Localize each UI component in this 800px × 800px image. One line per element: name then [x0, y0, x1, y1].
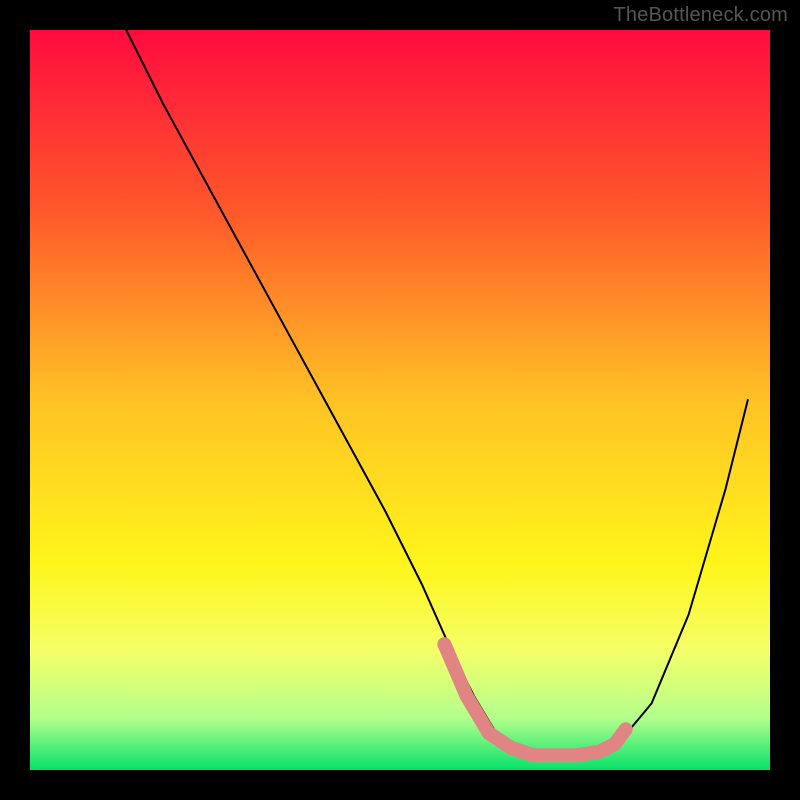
bottleneck-chart [0, 0, 800, 800]
chart-stage: TheBottleneck.com [0, 0, 800, 800]
plot-background [30, 30, 770, 770]
watermark-text: TheBottleneck.com [613, 4, 788, 27]
